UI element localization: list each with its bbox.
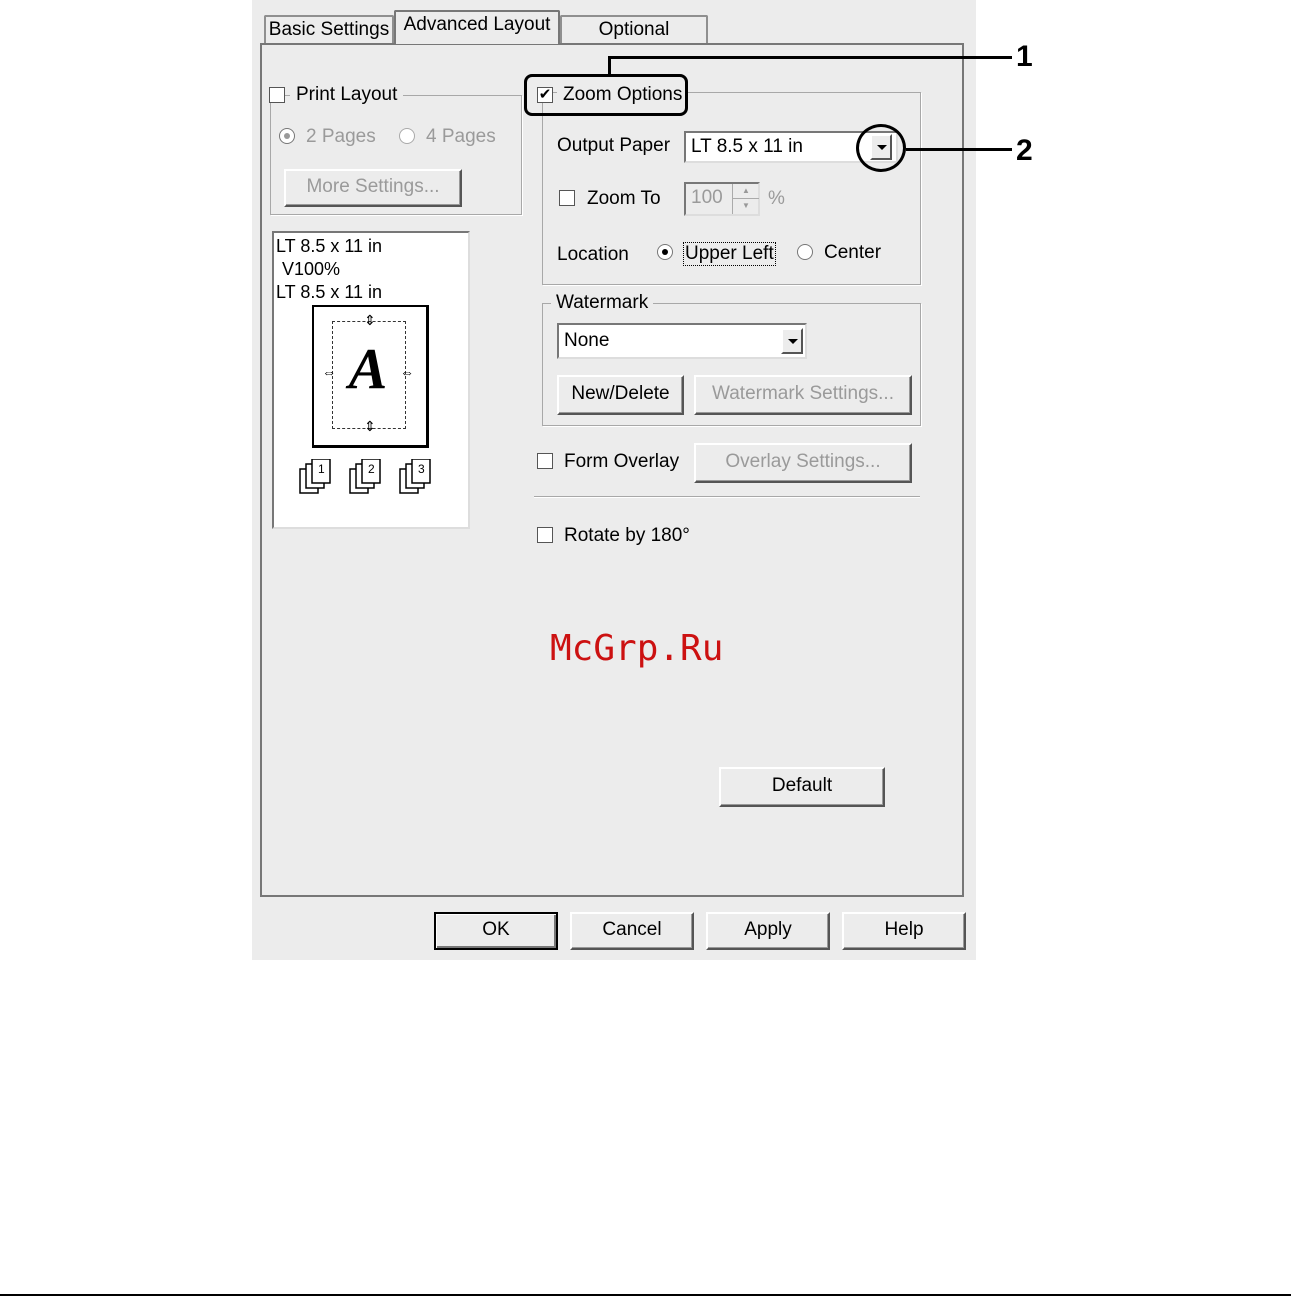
svg-text:1: 1 <box>318 462 325 476</box>
callout-1-number: 1 <box>1016 40 1033 73</box>
callout-2-number: 2 <box>1016 134 1033 167</box>
more-settings-button[interactable]: More Settings... <box>284 169 462 207</box>
preview-page-icon: A ⇕ ⇕ ⇔ ⇔ <box>312 305 429 448</box>
callout-2-highlight <box>856 124 906 172</box>
apply-button[interactable]: Apply <box>706 912 830 950</box>
layout-preview: LT 8.5 x 11 in V100% LT 8.5 x 11 in A ⇕ … <box>272 231 470 529</box>
location-label: Location <box>557 244 629 265</box>
form-overlay-label: Form Overlay <box>564 451 680 472</box>
radio-center-label: Center <box>824 242 882 263</box>
watermark-label: Watermark <box>551 292 654 314</box>
watermark-dropdown-arrow-icon[interactable] <box>781 328 803 354</box>
rotate-180-checkbox[interactable] <box>537 527 553 543</box>
callout-2-leader <box>906 148 1012 151</box>
preview-output-size: LT 8.5 x 11 in <box>276 282 383 302</box>
zoom-to-label: Zoom To <box>587 188 661 209</box>
watermark-settings-button[interactable]: Watermark Settings... <box>694 375 912 415</box>
svg-text:2: 2 <box>368 462 375 476</box>
page-footer-rule <box>0 1294 1291 1296</box>
form-overlay-checkbox[interactable] <box>537 453 553 469</box>
callout-1-leader-vertical <box>608 58 611 76</box>
zoom-percent-unit: % <box>768 188 785 209</box>
callout-1-leader <box>608 56 1012 59</box>
default-button[interactable]: Default <box>719 767 885 807</box>
overlay-settings-button[interactable]: Overlay Settings... <box>694 443 912 483</box>
zoom-to-checkbox[interactable] <box>559 190 575 206</box>
radio-2-pages[interactable] <box>279 128 295 144</box>
preview-zoom-value: V100% <box>282 259 341 279</box>
watermark-select[interactable]: None <box>557 323 807 359</box>
tab-advanced-layout[interactable]: Advanced Layout <box>394 10 560 44</box>
output-paper-label: Output Paper <box>557 135 671 156</box>
radio-upper-left-label: Upper Left <box>683 242 776 266</box>
radio-4-pages[interactable] <box>399 128 415 144</box>
radio-upper-left[interactable] <box>657 244 673 260</box>
preview-paper-size: LT 8.5 x 11 in <box>276 236 383 256</box>
page-order-icons: 1 2 3 <box>296 458 446 497</box>
site-watermark-text: McGrp.Ru <box>550 628 724 669</box>
svg-text:3: 3 <box>418 462 425 476</box>
new-delete-button[interactable]: New/Delete <box>557 375 684 415</box>
print-layout-label: Print Layout <box>290 84 404 106</box>
tab-basic-settings[interactable]: Basic Settings <box>264 15 394 43</box>
ok-button[interactable]: OK <box>434 912 558 950</box>
tab-optional-settings[interactable]: Optional Settings <box>560 15 708 66</box>
radio-4-pages-label: 4 Pages <box>426 126 496 147</box>
separator <box>534 496 920 498</box>
radio-2-pages-label: 2 Pages <box>306 126 376 147</box>
help-button[interactable]: Help <box>842 912 966 950</box>
radio-center[interactable] <box>797 244 813 260</box>
zoom-to-spinner[interactable]: ▲ ▼ <box>732 184 759 214</box>
print-layout-checkbox[interactable] <box>269 87 285 103</box>
callout-1-highlight <box>524 74 688 116</box>
cancel-button[interactable]: Cancel <box>570 912 694 950</box>
rotate-180-label: Rotate by 180° <box>564 525 690 546</box>
